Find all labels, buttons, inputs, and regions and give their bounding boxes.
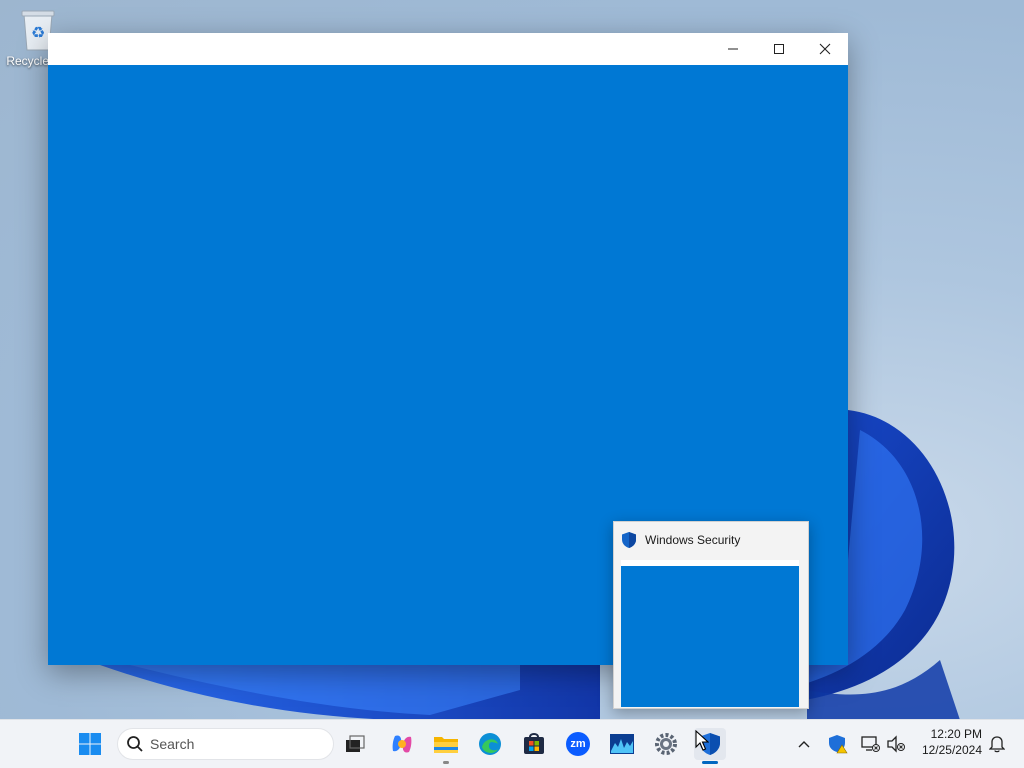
volume-muted-icon bbox=[887, 735, 905, 753]
zoom-button[interactable]: zm bbox=[562, 728, 594, 760]
chevron-up-icon bbox=[798, 741, 810, 748]
edge-icon bbox=[479, 733, 501, 755]
search-icon bbox=[127, 736, 143, 752]
thumbnail-window-preview[interactable] bbox=[621, 560, 799, 707]
notifications-button[interactable] bbox=[984, 728, 1010, 760]
start-button[interactable] bbox=[74, 728, 106, 760]
shield-icon bbox=[622, 532, 636, 548]
tray-network-button[interactable] bbox=[856, 728, 884, 760]
taskbar-thumbnail-preview[interactable]: Windows Security bbox=[613, 521, 809, 709]
store-icon bbox=[524, 733, 544, 754]
tray-overflow-button[interactable] bbox=[790, 728, 818, 760]
copilot-button[interactable] bbox=[386, 728, 418, 760]
thumbnail-header: Windows Security bbox=[614, 522, 808, 558]
gear-icon bbox=[655, 733, 677, 755]
maximize-button[interactable] bbox=[756, 33, 802, 65]
network-disconnected-icon bbox=[861, 736, 880, 752]
task-view-icon bbox=[346, 735, 365, 752]
resource-monitor-button[interactable] bbox=[606, 728, 638, 760]
edge-button[interactable] bbox=[474, 728, 506, 760]
taskbar: Search zm 12:20 PM 12/25/2024 bbox=[0, 719, 1024, 768]
tray-security-button[interactable] bbox=[824, 728, 852, 760]
thumbnail-title: Windows Security bbox=[645, 533, 741, 547]
folder-icon bbox=[434, 737, 458, 753]
bell-icon bbox=[989, 736, 1005, 753]
chart-icon bbox=[610, 734, 634, 754]
store-button[interactable] bbox=[518, 728, 550, 760]
windows-security-active-indicator bbox=[702, 761, 718, 764]
windows-logo-icon bbox=[79, 733, 101, 755]
file-explorer-button[interactable] bbox=[430, 728, 462, 760]
svg-text:♻: ♻ bbox=[31, 23, 45, 42]
maximize-icon bbox=[774, 44, 784, 54]
taskbar-clock[interactable]: 12:20 PM 12/25/2024 bbox=[922, 726, 982, 758]
search-placeholder: Search bbox=[150, 736, 195, 752]
shield-warning-icon bbox=[829, 735, 848, 754]
minimize-icon bbox=[728, 48, 738, 50]
taskbar-search-box[interactable]: Search bbox=[117, 728, 334, 760]
close-button[interactable] bbox=[802, 33, 848, 65]
clock-time: 12:20 PM bbox=[930, 727, 982, 741]
tray-volume-button[interactable] bbox=[882, 728, 910, 760]
window-titlebar[interactable] bbox=[48, 33, 848, 65]
copilot-icon bbox=[392, 735, 412, 753]
task-view-button[interactable] bbox=[339, 728, 371, 760]
mouse-cursor-icon bbox=[695, 730, 709, 751]
clock-date: 12/25/2024 bbox=[921, 743, 982, 757]
settings-button[interactable] bbox=[650, 728, 682, 760]
zoom-icon-label: zm bbox=[570, 738, 586, 750]
minimize-button[interactable] bbox=[710, 33, 756, 65]
file-explorer-running-indicator bbox=[443, 761, 449, 764]
close-icon bbox=[819, 43, 831, 55]
